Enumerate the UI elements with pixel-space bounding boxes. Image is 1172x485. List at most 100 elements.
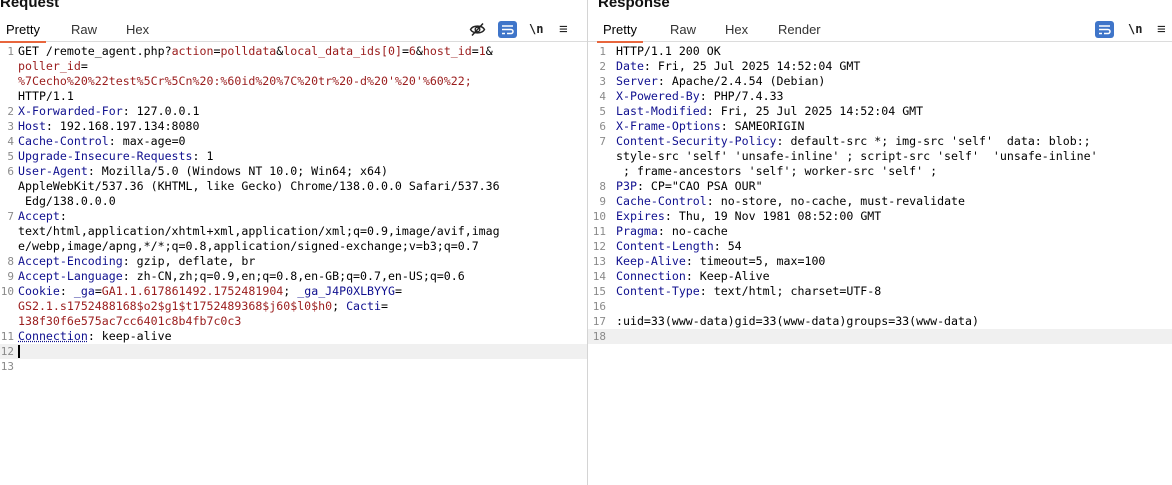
param-value: polldata [220, 44, 277, 58]
code-text: Accept-Language: zh-CN,zh;q=0.9,en;q=0.8… [18, 269, 577, 284]
code-token: : 54 [713, 239, 742, 253]
header-name: Content-Type [616, 284, 700, 298]
code-token: : Keep-Alive [685, 269, 770, 283]
code-text: Accept-Encoding: gzip, deflate, br [18, 254, 577, 269]
code-token: : zh-CN,zh;q=0.9,en;q=0.8,en-GB;q=0.7,en… [122, 269, 465, 283]
code-line[interactable]: %7Cecho%20%22test%5Cr%5Cn%20:%60id%20%7C… [0, 74, 587, 89]
code-text: Date: Fri, 25 Jul 2025 14:52:04 GMT [616, 59, 1162, 74]
code-line[interactable]: 5 Last-Modified: Fri, 25 Jul 2025 14:52:0… [588, 104, 1172, 119]
code-line[interactable]: 18 [588, 329, 1172, 344]
request-tab-hex[interactable]: Hex [126, 22, 149, 37]
code-token: : timeout=5, max=100 [685, 254, 826, 268]
code-line[interactable]: 10 Expires: Thu, 19 Nov 1981 08:52:00 GMT [588, 209, 1172, 224]
code-line[interactable]: 15 Content-Type: text/html; charset=UTF-8 [588, 284, 1172, 299]
code-token: : Fri, 25 Jul 2025 14:52:04 GMT [643, 59, 861, 73]
request-editor[interactable]: 1 GET /remote_agent.php?action=polldata&l… [0, 44, 587, 485]
code-line[interactable]: 11 Pragma: no-cache [588, 224, 1172, 239]
header-name: Cookie [18, 284, 60, 298]
line-number: 6 [7, 165, 14, 178]
wrap-lines-icon[interactable] [498, 21, 517, 38]
code-text: Expires: Thu, 19 Nov 1981 08:52:00 GMT [616, 209, 1162, 224]
code-token: e/webp,image/apng,*/*;q=0.8,application/… [18, 239, 479, 253]
show-newlines-button[interactable]: \n [529, 18, 543, 40]
code-line[interactable]: 17:uid=33(www-data)gid=33(www-data)group… [588, 314, 1172, 329]
code-text: Last-Modified: Fri, 25 Jul 2025 14:52:04… [616, 104, 1162, 119]
menu-icon[interactable]: ≡ [559, 18, 568, 40]
code-line[interactable]: GS2.1.s1752488168$o2$g1$t1752489368$j60$… [0, 299, 587, 314]
code-token: : Apache/2.4.54 (Debian) [657, 74, 826, 88]
code-line[interactable]: 5 Upgrade-Insecure-Requests: 1 [0, 149, 587, 164]
request-tab-pretty[interactable]: Pretty [0, 22, 46, 43]
line-number: 18 [592, 330, 606, 343]
code-token: ; [332, 299, 347, 313]
code-line[interactable]: 4 X-Powered-By: PHP/7.4.33 [588, 89, 1172, 104]
code-line[interactable]: 12 Content-Length: 54 [588, 239, 1172, 254]
code-line[interactable]: 7 Accept: [0, 209, 587, 224]
code-line[interactable]: 138f30f6e575ac7cc6401c8b4fb7c0c3 [0, 314, 587, 329]
request-tab-raw[interactable]: Raw [71, 22, 97, 37]
code-token: : [59, 284, 74, 298]
header-name: Cache-Control [616, 194, 707, 208]
line-number: 2 [7, 105, 14, 118]
code-line[interactable]: HTTP/1.1 [0, 89, 587, 104]
code-line[interactable]: 7 Content-Security-Policy: default-src *;… [588, 134, 1172, 149]
header-name: Cache-Control [18, 134, 109, 148]
code-text: X-Powered-By: PHP/7.4.33 [616, 89, 1162, 104]
header-name: Accept [18, 209, 60, 223]
response-tab-render[interactable]: Render [778, 22, 821, 37]
code-line[interactable]: 9 Accept-Language: zh-CN,zh;q=0.9,en;q=0.… [0, 269, 587, 284]
code-line[interactable]: e/webp,image/apng,*/*;q=0.8,application/… [0, 239, 587, 254]
code-line[interactable]: 4 Cache-Control: max-age=0 [0, 134, 587, 149]
code-token: HTTP/1.1 200 OK [616, 44, 721, 58]
code-line[interactable]: 2 Date: Fri, 25 Jul 2025 14:52:04 GMT [588, 59, 1172, 74]
code-token: & [485, 44, 493, 58]
code-token: : 192.168.197.134:8080 [45, 119, 200, 133]
header-name: Host [18, 119, 46, 133]
code-line[interactable]: 2 X-Forwarded-For: 127.0.0.1 [0, 104, 587, 119]
code-line[interactable]: 12 [0, 344, 587, 359]
code-line[interactable]: 9 Cache-Control: no-store, no-cache, must… [588, 194, 1172, 209]
code-line[interactable]: 1 HTTP/1.1 200 OK [588, 44, 1172, 59]
code-line[interactable]: text/html,application/xhtml+xml,applicat… [0, 224, 587, 239]
code-line[interactable]: 6 User-Agent: Mozilla/5.0 (Windows NT 10.… [0, 164, 587, 179]
code-line[interactable]: ; frame-ancestors 'self'; worker-src 'se… [588, 164, 1172, 179]
wrap-lines-icon[interactable] [1095, 21, 1114, 38]
response-tab-hex[interactable]: Hex [725, 22, 748, 37]
code-line[interactable]: AppleWebKit/537.36 (KHTML, like Gecko) C… [0, 179, 587, 194]
code-token: : Thu, 19 Nov 1981 08:52:00 GMT [664, 209, 882, 223]
code-line[interactable]: 10 Cookie: _ga=GA1.1.617861492.1752481904… [0, 284, 587, 299]
code-text: AppleWebKit/537.36 (KHTML, like Gecko) C… [18, 179, 577, 194]
response-editor[interactable]: 1 HTTP/1.1 200 OK 2 Date: Fri, 25 Jul 2025 … [588, 44, 1172, 485]
line-number: 14 [592, 270, 606, 283]
code-token: : SAMEORIGIN [720, 119, 805, 133]
header-name: X-Forwarded-For [18, 104, 123, 118]
response-tab-pretty[interactable]: Pretty [597, 22, 643, 43]
menu-icon[interactable]: ≡ [1157, 18, 1166, 40]
code-line[interactable]: 8 Accept-Encoding: gzip, deflate, br [0, 254, 587, 269]
code-line[interactable]: 13 [0, 359, 587, 374]
code-text: poller_id= [18, 59, 577, 74]
code-line[interactable]: 1 GET /remote_agent.php?action=polldata&l… [0, 44, 587, 59]
code-line[interactable]: Edg/138.0.0.0 [0, 194, 587, 209]
response-tab-raw[interactable]: Raw [670, 22, 696, 37]
code-token: & [415, 44, 423, 58]
param-value: local_data_ids[0] [283, 44, 402, 58]
code-line[interactable]: 6 X-Frame-Options: SAMEORIGIN [588, 119, 1172, 134]
code-line[interactable]: 13 Keep-Alive: timeout=5, max=100 [588, 254, 1172, 269]
code-line[interactable]: 14 Connection: Keep-Alive [588, 269, 1172, 284]
code-line[interactable]: 3 Host: 192.168.197.134:8080 [0, 119, 587, 134]
code-text: style-src 'self' 'unsafe-inline' ; scrip… [616, 149, 1162, 164]
code-line[interactable]: 16 [588, 299, 1172, 314]
hide-nonprintable-icon[interactable] [467, 18, 487, 40]
code-line[interactable]: style-src 'self' 'unsafe-inline' ; scrip… [588, 149, 1172, 164]
code-text: Cache-Control: max-age=0 [18, 134, 577, 149]
code-line[interactable]: 3 Server: Apache/2.4.54 (Debian) [588, 74, 1172, 89]
request-pane: Request Pretty Raw Hex \n ≡ 1 GET /remote… [0, 0, 587, 485]
show-newlines-button[interactable]: \n [1128, 18, 1142, 40]
code-token: : no-cache [657, 224, 728, 238]
code-line[interactable]: 8 P3P: CP="CAO PSA OUR" [588, 179, 1172, 194]
code-token: = [394, 284, 402, 298]
code-text: text/html,application/xhtml+xml,applicat… [18, 224, 577, 239]
code-line[interactable]: poller_id= [0, 59, 587, 74]
code-line[interactable]: 11 Connection: keep-alive [0, 329, 587, 344]
